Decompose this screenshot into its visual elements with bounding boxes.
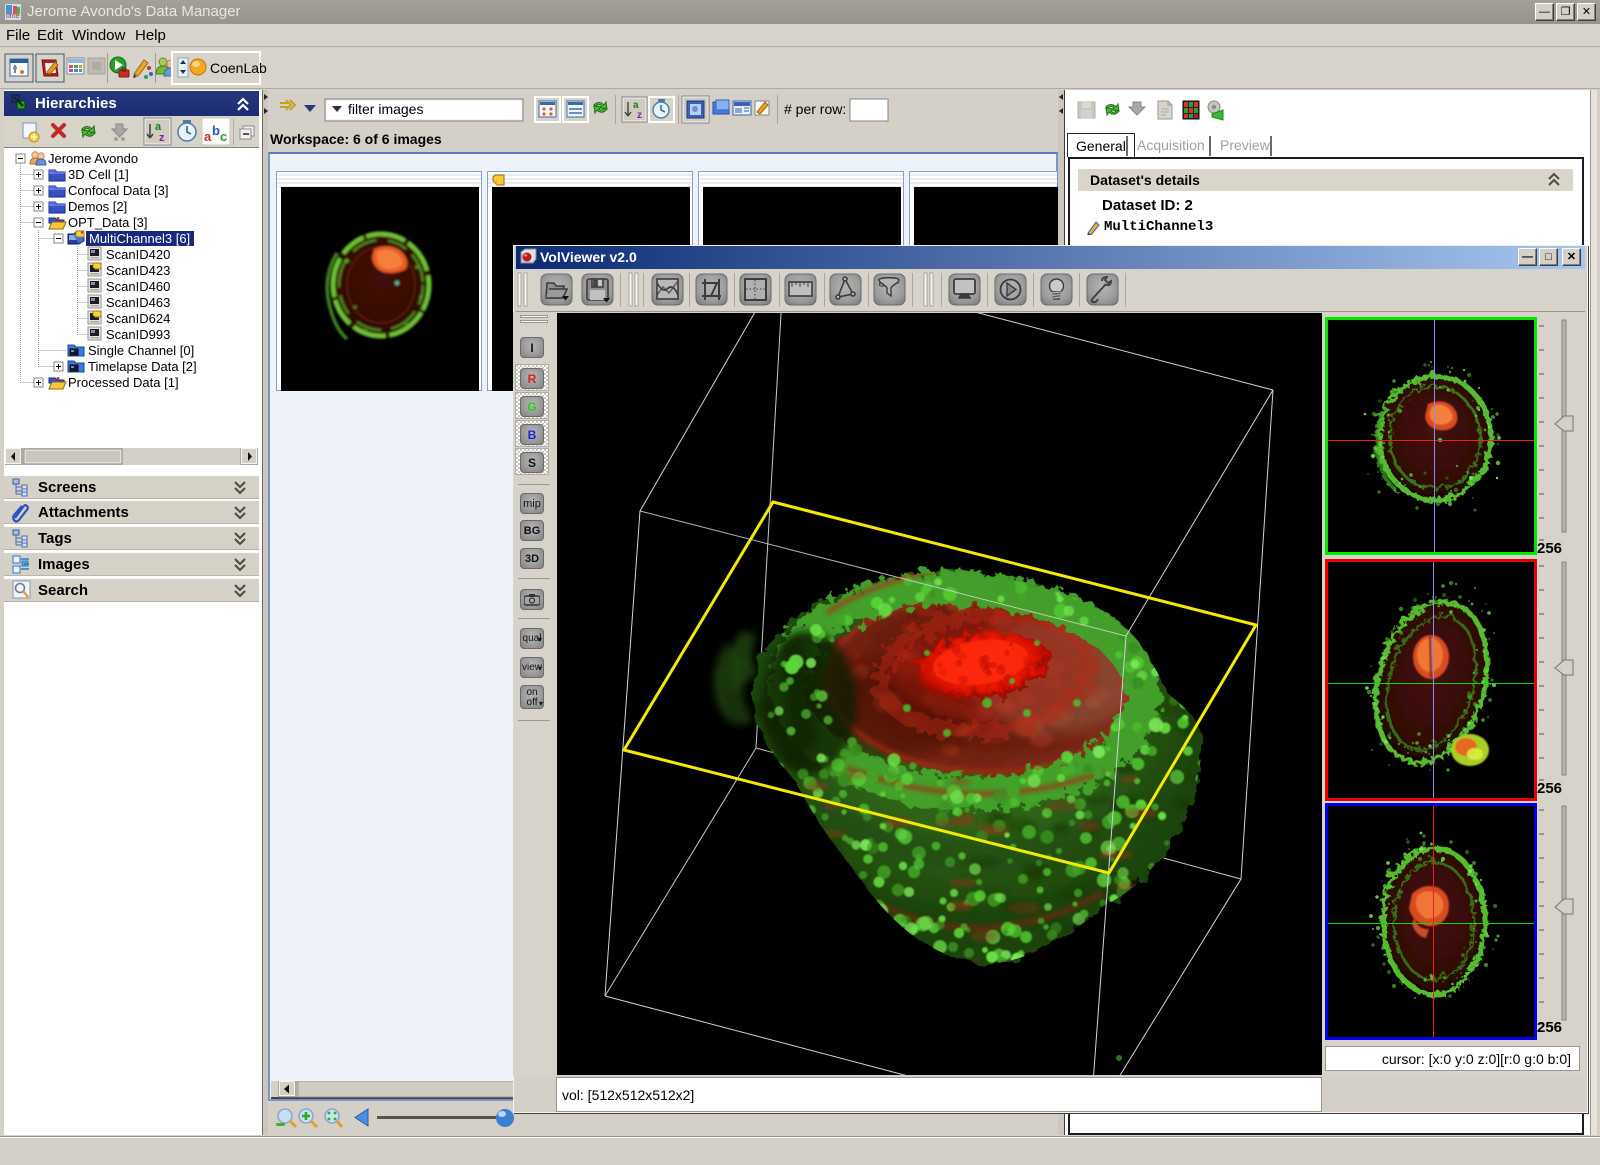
svg-text:a: a [204,129,212,144]
svg-text:filter images: filter images [348,101,423,117]
svg-text:ome: ome [6,13,20,20]
svg-text:z: z [637,110,642,121]
svg-text:Jerome Avondo: Jerome Avondo [48,151,138,166]
svg-text:Processed Data [1]: Processed Data [1] [68,375,179,390]
svg-text:ScanID420: ScanID420 [106,247,170,262]
svg-text:Confocal Data [3]: Confocal Data [3] [68,183,168,198]
svg-text:z: z [159,132,165,144]
svg-text:3D Cell [1]: 3D Cell [1] [68,167,129,182]
svg-text:Demos [2]: Demos [2] [68,199,127,214]
svg-text:b: b [212,123,220,138]
svg-text:ScanID624: ScanID624 [106,311,170,326]
svg-text:ScanID463: ScanID463 [106,295,170,310]
svg-text:# per row:: # per row: [784,101,846,117]
svg-text:ScanID423: ScanID423 [106,263,170,278]
svg-text:MultiChannel3 [6]: MultiChannel3 [6] [89,231,190,246]
svg-text:Single Channel [0]: Single Channel [0] [88,343,194,358]
svg-text:ScanID460: ScanID460 [106,279,170,294]
svg-text:CoenLab: CoenLab [210,60,267,76]
svg-text:Timelapse Data [2]: Timelapse Data [2] [88,359,197,374]
svg-text:OPT_Data [3]: OPT_Data [3] [68,215,147,230]
svg-text:ScanID993: ScanID993 [106,327,170,342]
svg-text:c: c [220,129,227,144]
